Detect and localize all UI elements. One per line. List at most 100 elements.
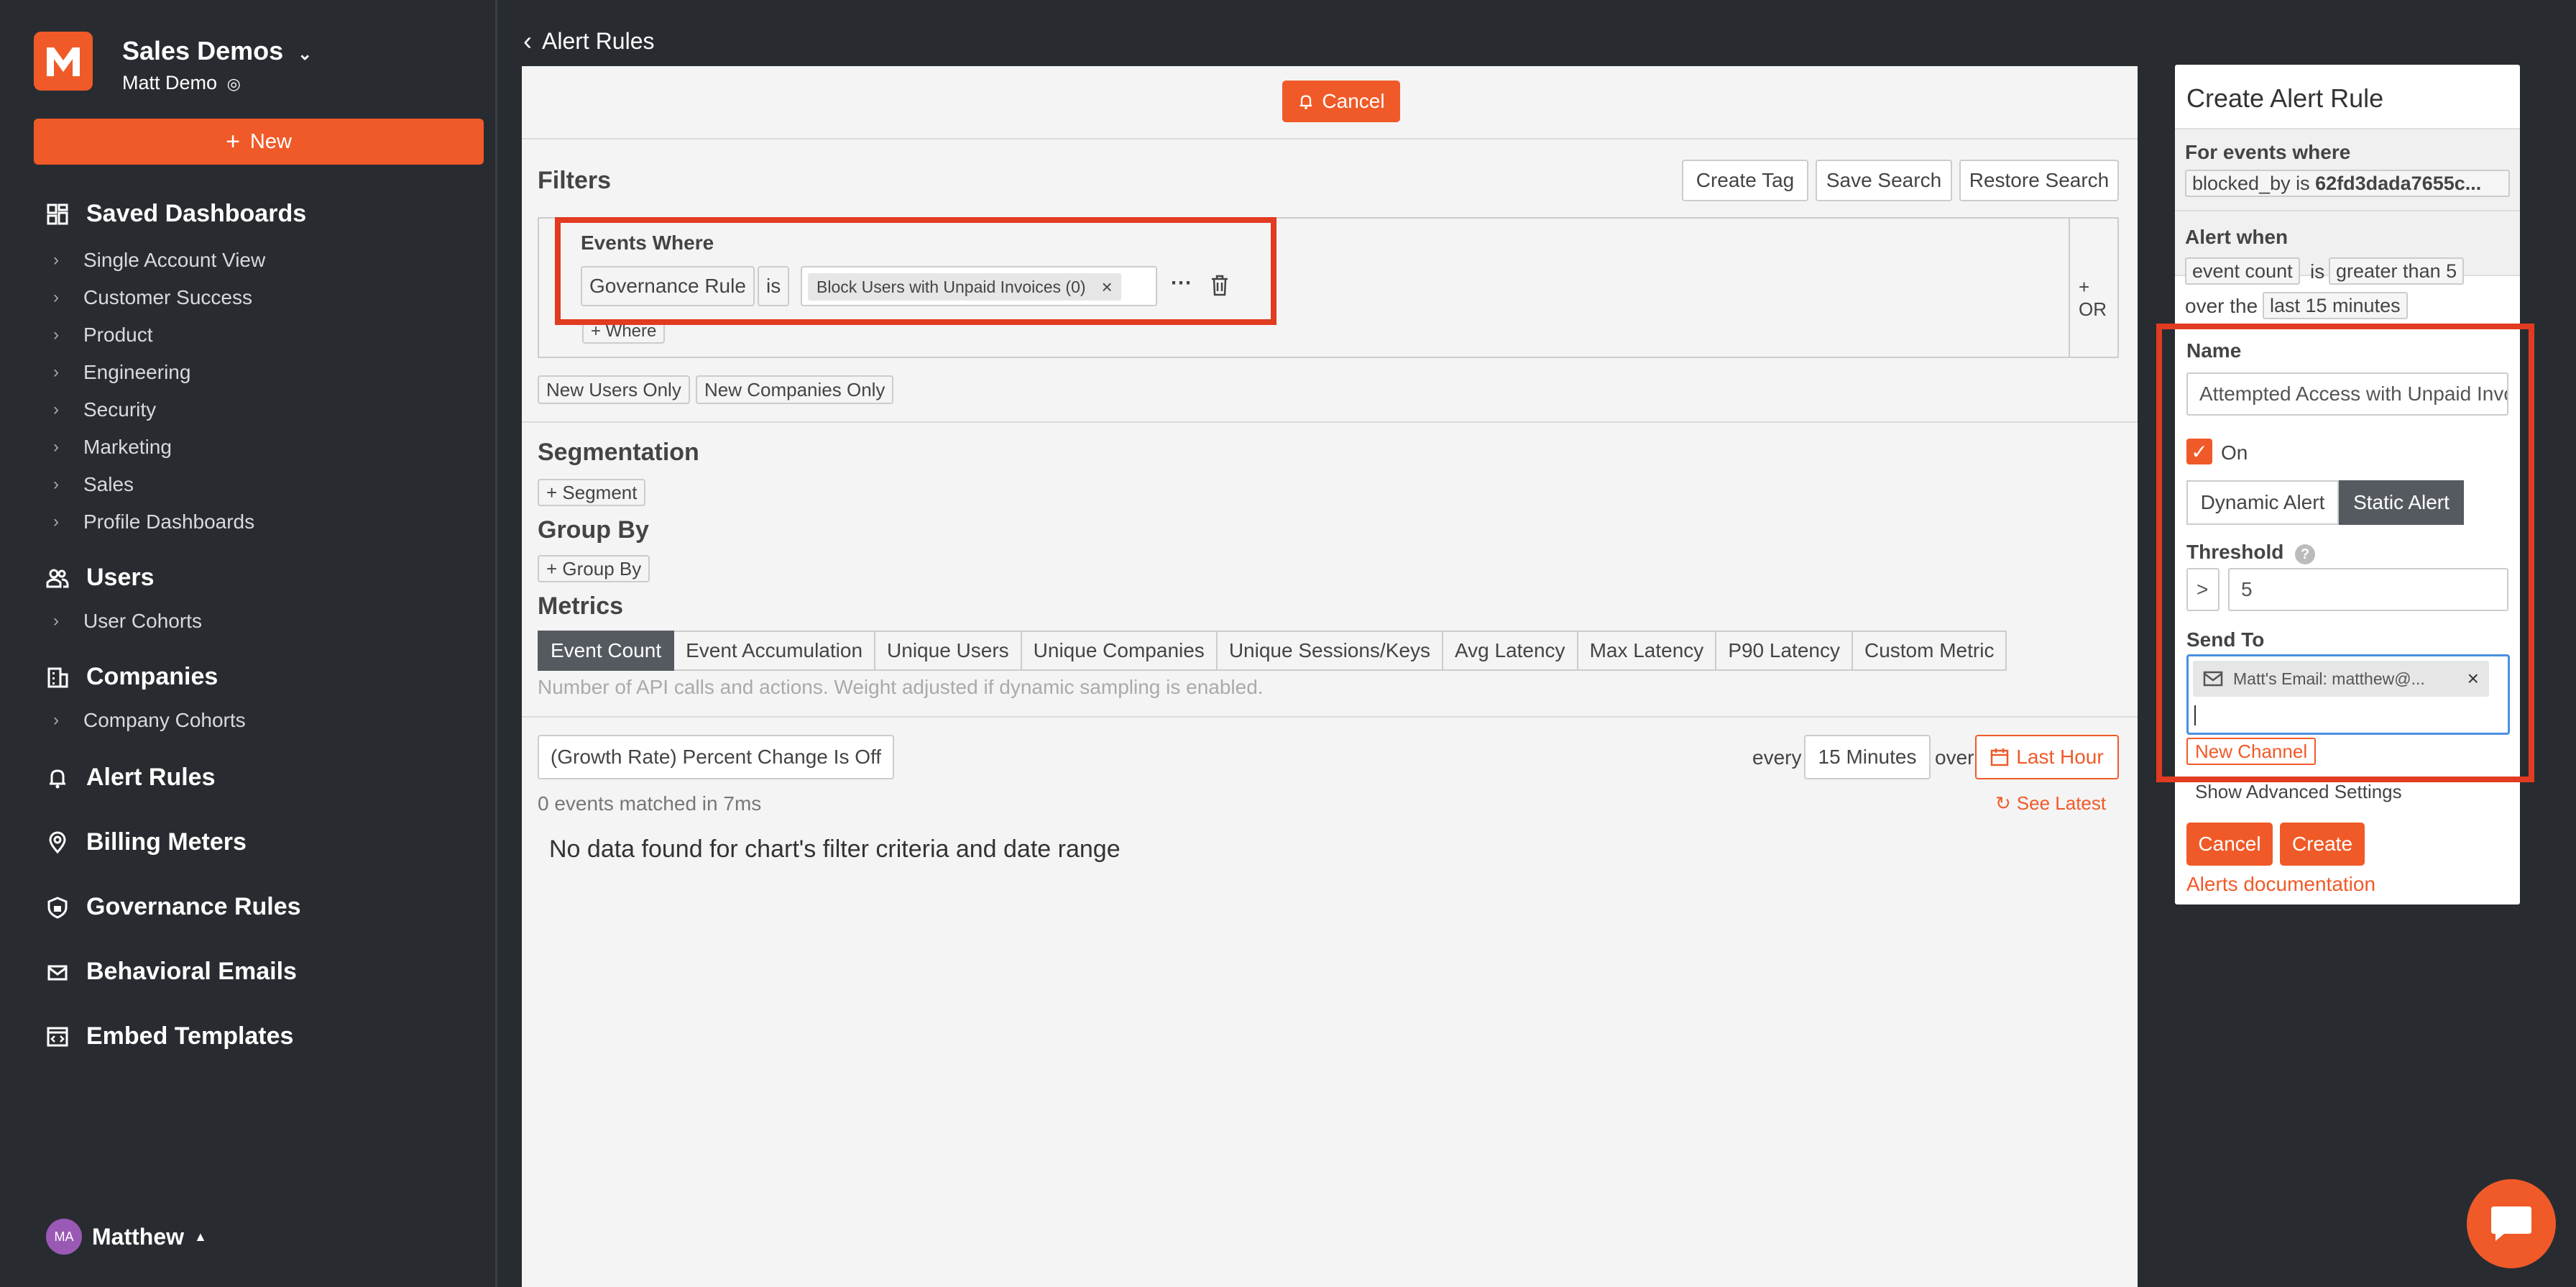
app-logo[interactable]: [34, 32, 93, 91]
tab-unique-users[interactable]: Unique Users: [875, 631, 1022, 671]
nav-alert-rules[interactable]: Alert Rules: [46, 764, 216, 792]
org-switcher[interactable]: Sales Demos ⌄: [122, 36, 312, 66]
user-menu[interactable]: MA Matthew ▲: [46, 1219, 207, 1255]
plus-icon: +: [226, 127, 240, 155]
nav-dashboard-item[interactable]: › Profile Dashboards: [53, 510, 254, 533]
org-user: Matt Demo ◎: [122, 72, 241, 94]
nav-governance-rules[interactable]: Governance Rules: [46, 893, 301, 921]
nav-dashboard-item[interactable]: › Product: [53, 324, 153, 347]
chevron-down-icon: ⌄: [298, 45, 313, 64]
divider: [2175, 210, 2520, 211]
chevron-right-icon: ›: [53, 325, 59, 344]
tab-p90-latency[interactable]: P90 Latency: [1716, 631, 1853, 671]
org-user-name: Matt Demo: [122, 72, 218, 93]
new-users-only-toggle[interactable]: New Users Only: [538, 375, 690, 404]
filter-highlight-box: [555, 217, 1276, 325]
segmentation-title: Segmentation: [538, 439, 699, 466]
tab-unique-companies[interactable]: Unique Companies: [1021, 631, 1218, 671]
over-the-text: over the: [2185, 295, 2258, 317]
create-button[interactable]: Create: [2280, 823, 2365, 866]
org-name: Sales Demos: [122, 36, 284, 65]
verified-icon: ◎: [226, 75, 241, 93]
see-latest-link[interactable]: ↻ See Latest: [1995, 792, 2106, 815]
breadcrumb[interactable]: ‹ Alert Rules: [523, 26, 655, 56]
panel-title: Create Alert Rule: [2186, 83, 2384, 113]
metrics-tabs: Event Count Event Accumulation Unique Us…: [538, 631, 2007, 671]
nav-dashboard-item[interactable]: › Sales: [53, 473, 134, 496]
alert-when-label: Alert when: [2185, 226, 2288, 248]
chevron-right-icon: ›: [53, 400, 59, 419]
nav-label: Saved Dashboards: [86, 200, 307, 227]
nav-embed-templates[interactable]: Embed Templates: [46, 1022, 293, 1050]
filters-title: Filters: [538, 167, 612, 194]
over-label: over: [1935, 746, 1974, 769]
tab-unique-sessions[interactable]: Unique Sessions/Keys: [1217, 631, 1443, 671]
form-highlight-box: [2156, 324, 2534, 782]
add-segment-button[interactable]: + Segment: [538, 479, 646, 506]
chat-icon: [2491, 1206, 2531, 1241]
alerts-docs-link[interactable]: Alerts documentation: [2186, 873, 2375, 896]
breadcrumb-label: Alert Rules: [542, 27, 655, 54]
tab-custom-metric[interactable]: Custom Metric: [1852, 631, 2007, 671]
new-button-label: New: [249, 129, 292, 153]
nav-dashboard-item[interactable]: › Security: [53, 398, 156, 421]
growth-rate-select[interactable]: (Growth Rate) Percent Change Is Off: [538, 735, 894, 779]
nav-sub-label: Single Account View: [83, 249, 266, 271]
chevron-right-icon: ›: [53, 475, 59, 494]
chevron-right-icon: ›: [53, 437, 59, 457]
alert-window-chip: last 15 minutes: [2263, 292, 2408, 319]
sidebar: Sales Demos ⌄ Matt Demo ◎ + New Saved Da…: [0, 0, 497, 1287]
create-alert-panel: Create Alert Rule For events where block…: [2156, 65, 2534, 904]
show-advanced-settings[interactable]: Show Advanced Settings: [2195, 781, 2402, 803]
group-by-title: Group By: [538, 516, 649, 544]
filter-summary-key: blocked_by is: [2192, 172, 2310, 194]
nav-companies[interactable]: Companies: [46, 663, 218, 691]
chevron-right-icon: ›: [53, 611, 59, 631]
tab-avg-latency[interactable]: Avg Latency: [1443, 631, 1578, 671]
nav-sub-label: Security: [83, 398, 157, 421]
tab-event-accumulation[interactable]: Event Accumulation: [674, 631, 876, 671]
nav-billing-meters[interactable]: Billing Meters: [46, 828, 247, 856]
nav-label: Embed Templates: [86, 1022, 294, 1050]
chevron-right-icon: ›: [53, 362, 59, 382]
new-companies-only-toggle[interactable]: New Companies Only: [696, 375, 894, 404]
tab-event-count[interactable]: Event Count: [538, 631, 675, 671]
bell-icon: [50, 769, 65, 788]
add-or-button[interactable]: + OR: [2079, 276, 2117, 321]
bell-icon: [1300, 95, 1312, 109]
nav-user-cohorts[interactable]: › User Cohorts: [53, 610, 202, 633]
alert-metric-chip: event count: [2185, 257, 2300, 285]
nav-dashboard-item[interactable]: › Engineering: [53, 361, 190, 384]
save-search-button[interactable]: Save Search: [1816, 160, 1952, 201]
nav-label: Governance Rules: [86, 893, 301, 920]
interval-select[interactable]: 15 Minutes: [1804, 735, 1931, 779]
new-button[interactable]: + New: [34, 119, 484, 165]
add-group-by-button[interactable]: + Group By: [538, 555, 650, 582]
nav-users[interactable]: Users: [46, 564, 155, 592]
no-data-message: No data found for chart's filter criteri…: [549, 835, 1121, 863]
nav-sub-label: Product: [83, 324, 153, 346]
nav-dashboard-item[interactable]: › Marketing: [53, 436, 172, 459]
nav-sub-label: Engineering: [83, 361, 191, 383]
or-divider: [2069, 219, 2070, 357]
cancel-button[interactable]: Cancel: [2186, 823, 2273, 866]
tab-max-latency[interactable]: Max Latency: [1578, 631, 1717, 671]
location-pin-icon: [49, 831, 66, 853]
create-tag-button[interactable]: Create Tag: [1682, 160, 1808, 201]
nav-saved-dashboards[interactable]: Saved Dashboards: [46, 200, 306, 228]
date-range-label: Last Hour: [2016, 746, 2104, 768]
nav-dashboard-item[interactable]: › Customer Success: [53, 286, 252, 309]
restore-search-button[interactable]: Restore Search: [1959, 160, 2119, 201]
see-latest-label: See Latest: [2016, 792, 2107, 814]
metrics-title: Metrics: [538, 592, 624, 620]
nav-behavioral-emails[interactable]: Behavioral Emails: [46, 958, 297, 986]
date-range-select[interactable]: Last Hour: [1975, 735, 2119, 779]
building-icon: [47, 667, 68, 687]
nav-dashboard-item[interactable]: › Single Account View: [53, 249, 265, 272]
divider: [522, 421, 2138, 423]
main-panel: Cancel Filters Create Tag Save Search Re…: [522, 66, 2138, 1287]
nav-company-cohorts[interactable]: › Company Cohorts: [53, 709, 246, 732]
cancel-alert-button[interactable]: Cancel: [1282, 81, 1400, 122]
chat-button[interactable]: [2467, 1179, 2556, 1268]
nav-label: Alert Rules: [86, 764, 216, 791]
